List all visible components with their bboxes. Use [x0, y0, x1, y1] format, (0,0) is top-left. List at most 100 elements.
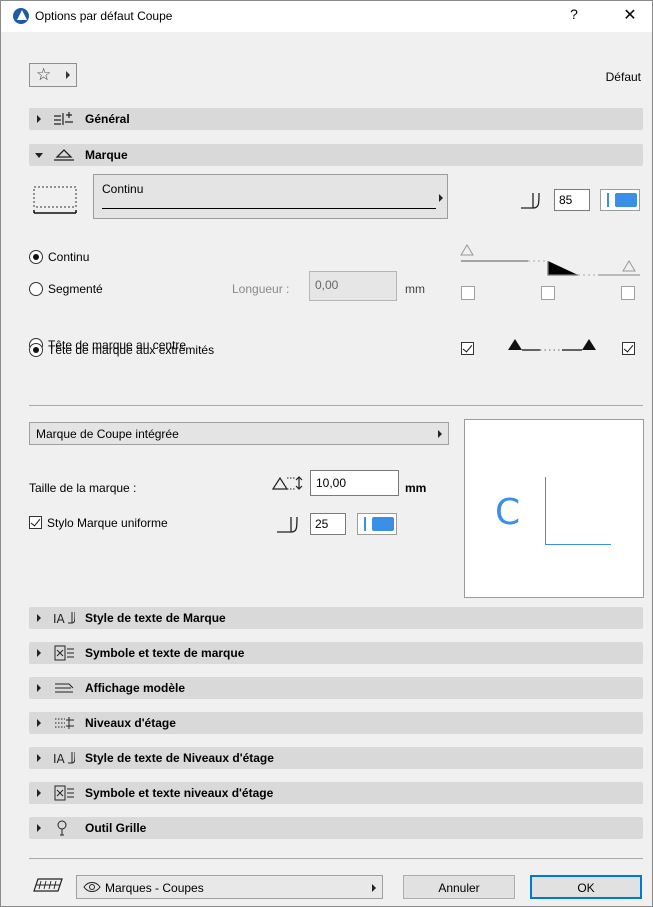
marker-pen-color-button[interactable]	[600, 189, 640, 211]
panel-label: Symbole et texte niveaux d'étage	[85, 786, 274, 800]
segment-checkbox-middle[interactable]	[541, 286, 555, 300]
dropdown-arrow-icon	[372, 884, 376, 892]
expand-arrow-icon	[37, 649, 41, 657]
panel-story-text-style[interactable]: IA Style de texte de Niveaux d'étage	[29, 747, 643, 769]
panel-grid-tool[interactable]: Outil Grille	[29, 817, 643, 839]
marker-size-icon	[271, 476, 303, 490]
line-sample	[102, 208, 436, 209]
radio-head-ends[interactable]	[29, 343, 43, 357]
star-icon: ☆	[36, 65, 52, 84]
marker-size-input[interactable]: 10,00	[310, 470, 399, 496]
pen-icon	[521, 192, 540, 209]
collapse-arrow-icon	[35, 153, 43, 158]
expand-arrow-icon	[37, 754, 41, 762]
grid-tool-icon	[57, 820, 67, 836]
radio-continuous-label: Continu	[48, 250, 90, 264]
panel-label: Style de texte de Niveaux d'étage	[85, 751, 274, 765]
pen-color-swatch	[615, 193, 637, 207]
panel-general-label: Général	[85, 112, 130, 126]
preview-horizontal-line	[545, 544, 611, 545]
radio-head-ends-label: Tête de marque aux extrémités	[48, 343, 215, 357]
pen-color-bar	[607, 193, 609, 207]
panel-story-levels[interactable]: Niveaux d'étage	[29, 712, 643, 734]
length-label: Longueur :	[232, 282, 290, 296]
dropdown-arrow-icon	[66, 71, 70, 79]
general-settings-icon	[54, 112, 73, 125]
uniform-pen-label: Stylo Marque uniforme	[47, 516, 168, 530]
head-end-checkbox[interactable]	[622, 342, 635, 355]
radio-segmented-label: Segmenté	[48, 282, 103, 296]
panel-marker-text-style[interactable]: IA Style de texte de Marque	[29, 607, 643, 629]
marker-type-dropdown[interactable]: Marque de Coupe intégrée	[29, 422, 449, 445]
symbol-text-icon	[54, 785, 74, 801]
story-levels-icon	[55, 717, 74, 729]
panel-story-symbol-text[interactable]: Symbole et texte niveaux d'étage	[29, 782, 643, 804]
uniform-pen-field[interactable]: 25	[310, 513, 346, 535]
head-marker-preview	[508, 339, 596, 351]
panel-model-display[interactable]: Affichage modèle	[29, 677, 643, 699]
svg-text:IA: IA	[53, 752, 66, 766]
expand-arrow-icon	[37, 824, 41, 832]
pen-icon	[277, 516, 298, 533]
panel-label: Style de texte de Marque	[85, 611, 226, 625]
marker-type-label: Marque de Coupe intégrée	[36, 427, 179, 441]
panel-marker-symbol-text[interactable]: Symbole et texte de marque	[29, 642, 643, 664]
length-unit: mm	[405, 282, 425, 296]
panel-marker-label: Marque	[85, 148, 128, 162]
expand-arrow-icon	[37, 789, 41, 797]
marker-size-label: Taille de la marque :	[29, 481, 137, 495]
close-button[interactable]: ✕	[621, 5, 639, 25]
segment-checkbox-start[interactable]	[461, 286, 475, 300]
layer-label: Marques - Coupes	[105, 881, 204, 895]
panel-label: Symbole et texte de marque	[85, 646, 245, 660]
help-button[interactable]: ?	[566, 6, 582, 22]
ok-button[interactable]: OK	[530, 875, 642, 899]
segment-checkbox-end[interactable]	[621, 286, 635, 300]
eye-icon	[83, 882, 101, 892]
text-style-icon: IA	[53, 751, 75, 766]
pen-color-bar	[364, 517, 366, 531]
archicad-app-icon	[13, 8, 29, 24]
expand-arrow-icon	[37, 115, 41, 123]
window-title: Options par défaut Coupe	[35, 9, 173, 23]
dropdown-arrow-icon	[439, 194, 443, 202]
layers-icon	[33, 878, 63, 892]
panel-label: Outil Grille	[85, 821, 147, 835]
uniform-pen-checkbox[interactable]	[29, 516, 42, 529]
uniform-pen-color-button[interactable]	[357, 513, 397, 535]
layer-dropdown[interactable]: Marques - Coupes	[76, 875, 383, 899]
dropdown-arrow-icon	[438, 430, 442, 438]
preview-letter: C	[495, 492, 521, 533]
section-marker-icon	[54, 149, 74, 161]
length-input[interactable]: 0,00	[309, 271, 397, 301]
section-separator	[29, 405, 643, 406]
expand-arrow-icon	[37, 614, 41, 622]
text-style-icon: IA	[53, 611, 75, 626]
svg-text:IA: IA	[53, 612, 66, 626]
radio-segmented[interactable]	[29, 282, 43, 296]
radio-continuous[interactable]	[29, 250, 43, 264]
pen-color-swatch	[372, 517, 394, 531]
marker-line-icon	[33, 186, 77, 214]
panel-label: Niveaux d'étage	[85, 716, 176, 730]
preview-vertical-line	[545, 477, 546, 545]
panel-marker-header[interactable]: Marque	[29, 144, 643, 166]
marker-size-unit: mm	[405, 481, 427, 495]
head-start-checkbox[interactable]	[461, 342, 474, 355]
marker-preview: C	[464, 419, 644, 598]
panel-label: Affichage modèle	[85, 681, 186, 695]
favorites-button[interactable]: ☆	[29, 63, 77, 87]
default-label: Défaut	[605, 70, 641, 84]
panel-general-header[interactable]: Général	[29, 108, 643, 130]
title-bar: Options par défaut Coupe ? ✕	[1, 1, 652, 32]
dialog-window: Options par défaut Coupe ? ✕ ☆ Défaut Gé…	[0, 0, 653, 907]
expand-arrow-icon	[37, 719, 41, 727]
cancel-button[interactable]: Annuler	[403, 875, 515, 899]
line-type-label: Continu	[102, 182, 144, 196]
marker-pen-field[interactable]: 85	[554, 189, 590, 211]
line-type-dropdown[interactable]: Continu	[93, 174, 448, 219]
model-display-icon	[55, 683, 74, 693]
expand-arrow-icon	[37, 684, 41, 692]
footer-separator	[29, 858, 643, 859]
symbol-text-icon	[54, 645, 74, 661]
